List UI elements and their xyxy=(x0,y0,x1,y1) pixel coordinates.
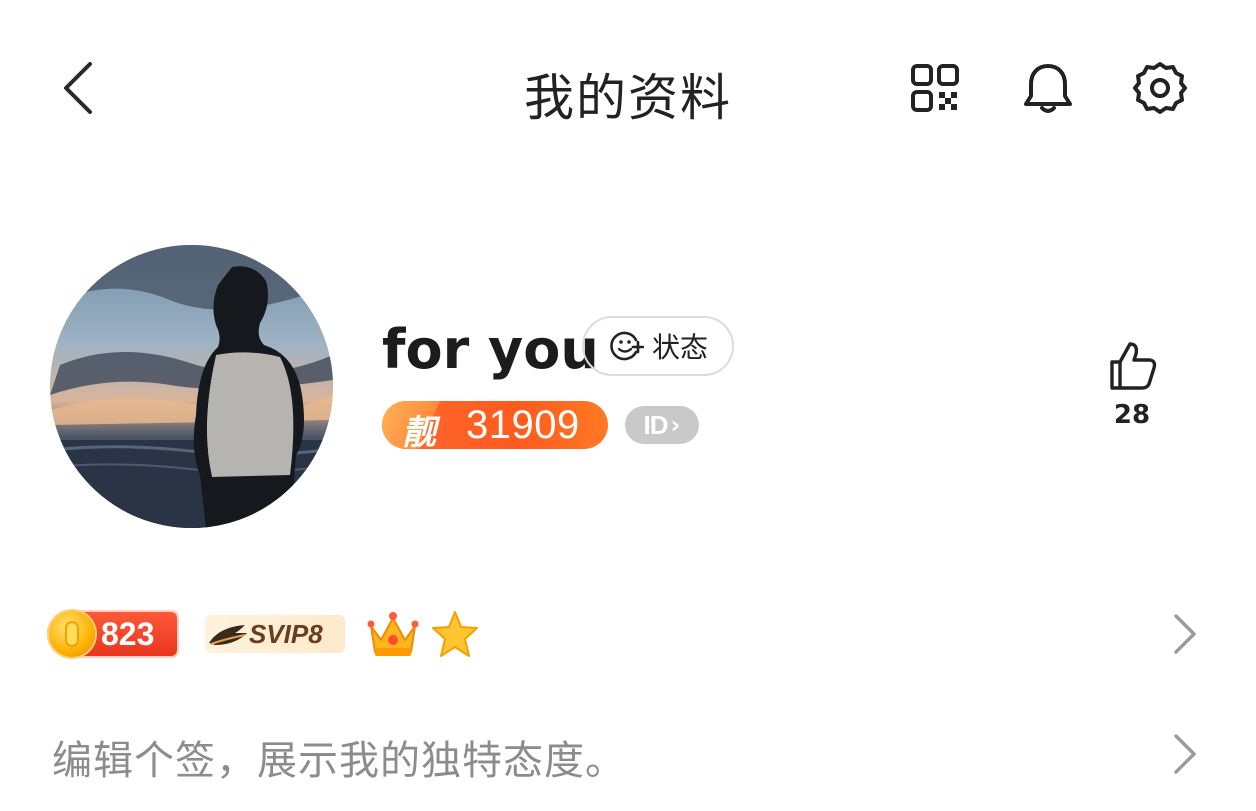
chevron-right-icon xyxy=(1174,614,1196,654)
avatar[interactable] xyxy=(50,245,333,528)
username: for you xyxy=(382,318,599,381)
coin-badge: 823 xyxy=(47,610,179,658)
gear-icon xyxy=(1133,62,1187,114)
avatar-image xyxy=(50,245,333,528)
settings-button[interactable] xyxy=(1130,58,1190,118)
signature-row[interactable]: 编辑个签，展示我的独特态度。 xyxy=(0,720,1256,790)
chevron-right-icon xyxy=(1174,734,1196,774)
status-button[interactable]: 状态 xyxy=(582,316,734,376)
coin-icon xyxy=(49,611,95,657)
svip-badge: SVIP8 xyxy=(205,615,345,653)
chevron-right-icon: › xyxy=(670,411,681,439)
thumbs-up-icon xyxy=(1110,342,1157,390)
crown-icon xyxy=(367,612,419,656)
notification-button[interactable] xyxy=(1018,58,1078,118)
add-status-icon xyxy=(610,331,644,361)
coin-value: 823 xyxy=(101,616,155,652)
qr-code-icon xyxy=(911,64,959,112)
svip-label: SVIP8 xyxy=(249,619,323,649)
pretty-number-char: 靓 xyxy=(402,413,436,449)
profile-page: 我的资料 for you 状态 靓 31909 ID › 28 823 SVIP… xyxy=(0,0,1256,811)
status-label: 状态 xyxy=(651,331,708,364)
qr-code-button[interactable] xyxy=(905,58,965,118)
bell-icon xyxy=(1024,64,1072,113)
pretty-number-badge[interactable]: 靓 31909 xyxy=(382,401,608,449)
id-label: ID xyxy=(643,409,669,440)
pretty-number: 31909 xyxy=(466,403,580,447)
signature-placeholder: 编辑个签，展示我的独特态度。 xyxy=(52,738,626,784)
star-icon xyxy=(432,611,478,657)
badges-row[interactable]: 823 SVIP8 xyxy=(0,600,1256,672)
like-button[interactable]: 28 xyxy=(1100,338,1164,438)
svip-wing-icon xyxy=(209,625,247,645)
like-count: 28 xyxy=(1113,400,1151,430)
id-button[interactable]: ID › xyxy=(625,406,699,444)
